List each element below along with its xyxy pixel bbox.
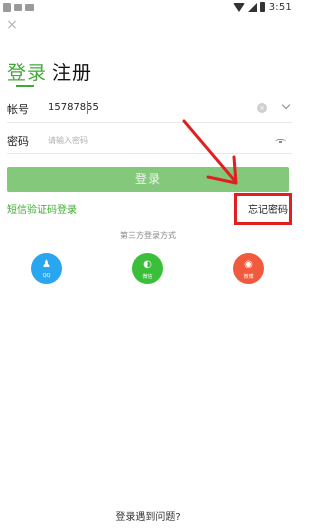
text-cursor [87,101,88,114]
active-tab-indicator [16,85,34,87]
status-bar: 3:51 [0,0,296,14]
qq-label: QQ [42,273,51,279]
wifi-icon [232,2,245,12]
close-icon[interactable]: × [5,18,19,32]
weibo-login-button[interactable]: ◉ 微博 [233,253,264,284]
wechat-icon: ◐ [143,259,152,270]
annotation-highlight-box [234,193,292,225]
login-trouble-link[interactable]: 登录遇到问题? [0,508,296,523]
weibo-label: 微博 [243,274,254,280]
account-label: 帐号 [7,103,29,116]
wechat-label: 微信 [142,274,153,280]
wechat-login-button[interactable]: ◐ 微信 [132,253,163,284]
tab-login[interactable]: 登录 [7,58,47,85]
show-password-icon[interactable] [274,138,288,144]
clock: 3:51 [268,1,292,13]
clear-icon[interactable]: × [257,103,267,113]
message-icon [25,3,34,11]
third-party-title: 第三方登录方式 [120,231,176,240]
notification-icons [3,1,34,13]
notification-icon [14,3,22,11]
notification-icon [3,2,11,12]
sms-login-link[interactable]: 短信验证码登录 [7,201,77,216]
signal-icon [247,2,257,12]
tab-register[interactable]: 注册 [52,58,92,85]
weibo-icon: ◉ [244,259,253,270]
annotation-arrow [182,119,238,185]
system-indicators: 3:51 [232,0,292,14]
chevron-down-icon[interactable] [281,101,291,111]
password-label: 密码 [7,135,29,148]
qq-login-button[interactable]: ♟ QQ [31,253,62,284]
account-input[interactable]: 15787855 [48,102,99,113]
battery-icon [259,2,265,12]
qq-icon: ♟ [42,259,51,270]
